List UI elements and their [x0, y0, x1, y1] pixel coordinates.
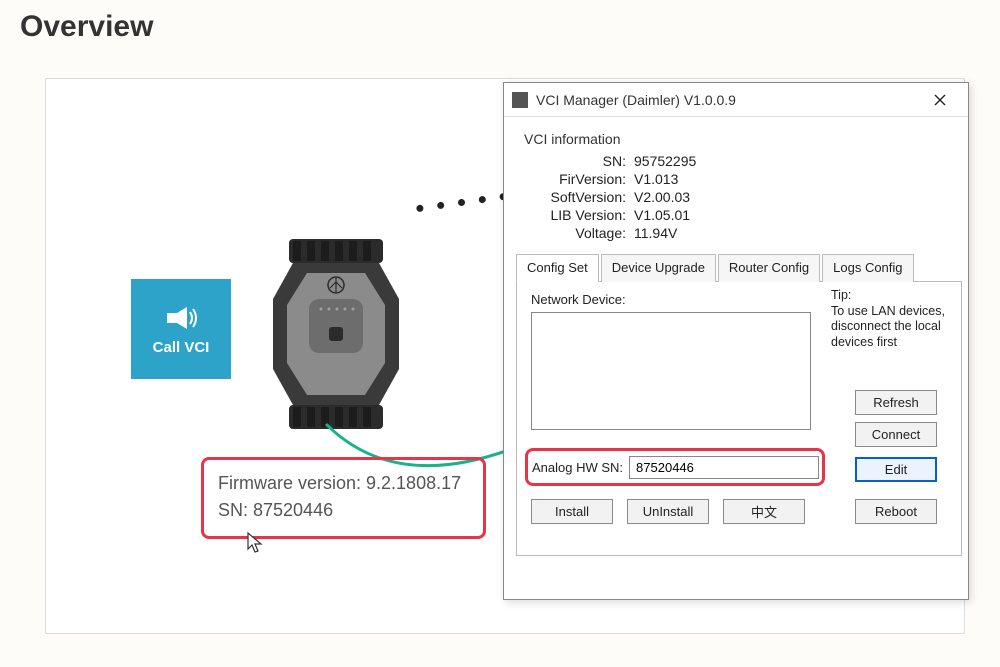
firversion-value: V1.013: [634, 171, 678, 187]
connection-dots: [416, 193, 507, 213]
sn-label: SN:: [524, 153, 634, 169]
call-vci-label: Call VCI: [153, 339, 210, 356]
sn-value: 95752295: [634, 153, 696, 169]
megaphone-icon: [163, 303, 199, 333]
tip-block: Tip: To use LAN devices, disconnect the …: [831, 288, 949, 351]
vci-info-group-label: VCI information: [524, 131, 968, 147]
language-button[interactable]: 中文: [723, 499, 805, 524]
tip-body: To use LAN devices, disconnect the local…: [831, 304, 949, 351]
analog-sn-label: Analog HW SN:: [532, 460, 623, 475]
vci-info-table: SN: 95752295 FirVersion: V1.013 SoftVers…: [524, 153, 968, 241]
window-titlebar[interactable]: VCI Manager (Daimler) V1.0.0.9: [504, 83, 968, 117]
tab-config-set[interactable]: Config Set: [516, 254, 599, 282]
refresh-button[interactable]: Refresh: [855, 390, 937, 415]
tab-logs-config[interactable]: Logs Config: [822, 254, 913, 282]
mouse-cursor-icon: [246, 531, 266, 555]
window-title-text: VCI Manager (Daimler) V1.0.0.9: [536, 92, 920, 108]
softversion-label: SoftVersion:: [524, 189, 634, 205]
tip-title: Tip:: [831, 288, 949, 304]
tab-device-upgrade[interactable]: Device Upgrade: [601, 254, 716, 282]
close-icon: [934, 94, 946, 106]
vci-manager-window: VCI Manager (Daimler) V1.0.0.9 VCI infor…: [503, 82, 969, 600]
connect-button[interactable]: Connect: [855, 422, 937, 447]
firmware-info-highlight: Firmware version: 9.2.1808.17 SN: 875204…: [201, 457, 486, 539]
libversion-value: V1.05.01: [634, 207, 690, 223]
softversion-value: V2.00.03: [634, 189, 690, 205]
edit-button[interactable]: Edit: [855, 457, 937, 482]
libversion-label: LIB Version:: [524, 207, 634, 223]
vci-device-image: [271, 239, 401, 429]
reboot-button[interactable]: Reboot: [855, 499, 937, 524]
voltage-label: Voltage:: [524, 225, 634, 241]
tab-router-config[interactable]: Router Config: [718, 254, 820, 282]
app-icon: [512, 92, 528, 108]
tab-panel-config-set: Network Device: Tip: To use LAN devices,…: [516, 282, 962, 556]
analog-sn-highlight: Analog HW SN:: [525, 448, 825, 486]
call-vci-button[interactable]: Call VCI: [131, 279, 231, 379]
voltage-value: 11.94V: [634, 225, 677, 241]
page-title: Overview: [20, 10, 153, 44]
firversion-label: FirVersion:: [524, 171, 634, 187]
firmware-sn-text: SN: 87520446: [218, 497, 469, 524]
analog-sn-input[interactable]: [629, 456, 819, 479]
uninstall-button[interactable]: UnInstall: [627, 499, 709, 524]
tab-bar: Config Set Device Upgrade Router Config …: [516, 253, 962, 282]
close-button[interactable]: [920, 85, 960, 115]
firmware-version-text: Firmware version: 9.2.1808.17: [218, 470, 469, 497]
network-device-listbox[interactable]: [531, 312, 811, 430]
install-button[interactable]: Install: [531, 499, 613, 524]
